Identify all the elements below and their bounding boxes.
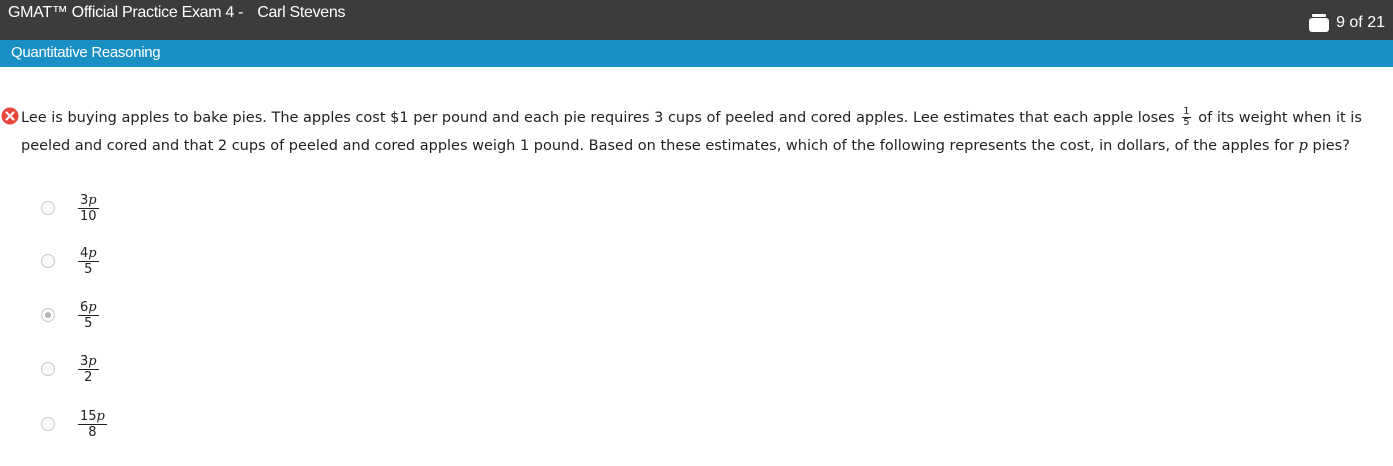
fraction-denominator: 5 <box>1183 116 1190 128</box>
question-stem: Lee is buying apples to bake pies. The a… <box>1 104 1381 160</box>
radio-button[interactable] <box>41 201 55 215</box>
answer-choice-d[interactable]: 3p 2 <box>40 349 99 389</box>
candidate-name: Carl Stevens <box>257 4 346 21</box>
radio-button[interactable] <box>41 417 55 431</box>
answer-denominator: 5 <box>84 261 93 277</box>
progress-area: 9 of 21 <box>1308 14 1385 32</box>
question-text-part3: pies? <box>1312 138 1350 154</box>
answer-fraction: 6p 5 <box>78 300 99 331</box>
answer-denominator: 8 <box>88 424 97 440</box>
radio-button[interactable] <box>41 362 55 376</box>
exam-title-bar: GMAT™ Official Practice Exam 4 - Carl Ste… <box>8 4 346 22</box>
answer-fraction: 15p 8 <box>78 409 107 440</box>
question-fraction: 1 5 <box>1182 105 1191 128</box>
answer-choice-b[interactable]: 4p 5 <box>40 241 99 281</box>
exam-title: GMAT™ Official Practice Exam 4 - <box>8 4 244 21</box>
answer-numerator: 3p <box>78 353 99 370</box>
wrong-answer-icon <box>1 107 19 125</box>
calculator-icon[interactable] <box>1308 14 1330 32</box>
answer-choice-c[interactable]: 6p 5 <box>40 295 99 335</box>
answer-numerator: 4p <box>78 245 99 262</box>
answer-fraction: 3p 10 <box>78 193 99 224</box>
answer-fraction: 3p 2 <box>78 354 99 385</box>
answer-numerator: 3p <box>78 192 99 209</box>
answer-denominator: 2 <box>84 369 93 385</box>
answer-choice-e[interactable]: 15p 8 <box>40 404 107 444</box>
question-progress: 9 of 21 <box>1336 14 1385 31</box>
fraction-numerator: 1 <box>1182 105 1191 118</box>
answer-fraction: 4p 5 <box>78 246 99 277</box>
answer-choice-a[interactable]: 3p 10 <box>40 188 99 228</box>
answer-denominator: 5 <box>84 315 93 331</box>
answer-numerator: 6p <box>78 299 99 316</box>
section-bar: Quantitative Reasoning <box>0 40 1393 67</box>
answer-numerator: 15p <box>78 408 107 425</box>
top-bar: GMAT™ Official Practice Exam 4 - Carl Ste… <box>0 0 1393 40</box>
question-variable: p <box>1298 138 1308 154</box>
question-text-part1: Lee is buying apples to bake pies. The a… <box>21 110 1175 126</box>
radio-button-selected[interactable] <box>41 308 55 322</box>
section-title: Quantitative Reasoning <box>11 44 161 61</box>
answer-denominator: 10 <box>80 208 97 224</box>
radio-button[interactable] <box>41 254 55 268</box>
